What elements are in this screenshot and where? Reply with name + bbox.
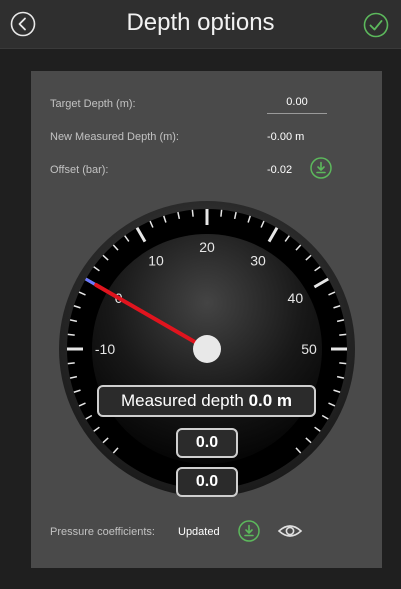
measured-depth-value: 0.0 m: [248, 391, 293, 410]
gauge-tick-label: 10: [148, 253, 164, 269]
download-circle-icon[interactable]: [238, 520, 260, 542]
gauge-tick-label: 40: [288, 290, 304, 306]
measured-depth-label: Measured depth: [120, 391, 244, 410]
gauge-minor-tick: [191, 209, 194, 217]
pressure-coefficients-label: Pressure coefficients:: [50, 526, 155, 538]
gauge-minor-tick: [339, 333, 347, 336]
gauge-tick-label: 30: [250, 253, 266, 269]
gauge-tick-label: -10: [95, 341, 115, 357]
gauge-minor-tick: [67, 333, 75, 336]
check-circle-icon[interactable]: [363, 12, 389, 38]
page-title: Depth options: [126, 9, 275, 36]
gauge-minor-tick: [220, 209, 223, 217]
measured-depth-readout: Measured depth 0.0 m: [97, 385, 316, 417]
pressure-coefficients-status: Updated: [178, 526, 220, 538]
offset-label: Offset (bar):: [50, 164, 109, 176]
needle-hub: [193, 335, 221, 363]
header-bar: Depth options: [0, 0, 401, 49]
depth-options-panel: Target Depth (m): New Measured Depth (m)…: [31, 71, 382, 568]
gauge-tick-label: 20: [199, 239, 215, 255]
new-measured-depth-label: New Measured Depth (m):: [50, 131, 179, 143]
readout-secondary: 0.0: [176, 428, 238, 458]
gauge-minor-tick: [67, 362, 75, 365]
new-measured-depth-value: -0.00 m: [267, 131, 305, 143]
target-depth-label: Target Depth (m):: [50, 98, 136, 110]
offset-value: -0.02: [267, 164, 293, 176]
download-circle-icon[interactable]: [310, 157, 332, 179]
eye-icon[interactable]: [277, 522, 303, 540]
gauge-tick-label: 50: [301, 341, 317, 357]
readout-tertiary: 0.0: [176, 467, 238, 497]
gauge-minor-tick: [339, 362, 347, 365]
target-depth-input[interactable]: [267, 91, 327, 114]
